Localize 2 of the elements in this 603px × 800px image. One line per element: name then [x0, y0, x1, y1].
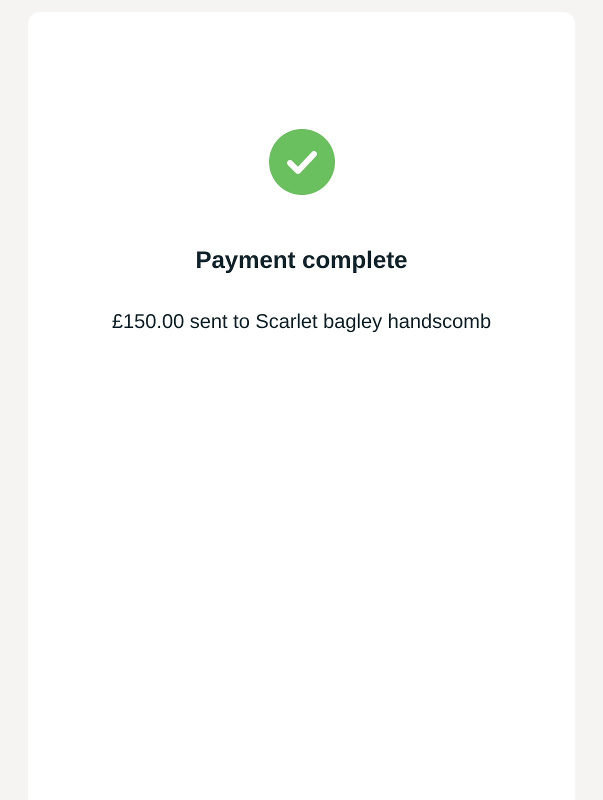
message: £150.00 sent to Scarlet bagley handscomb	[112, 310, 492, 335]
title: Payment complete	[195, 246, 408, 276]
